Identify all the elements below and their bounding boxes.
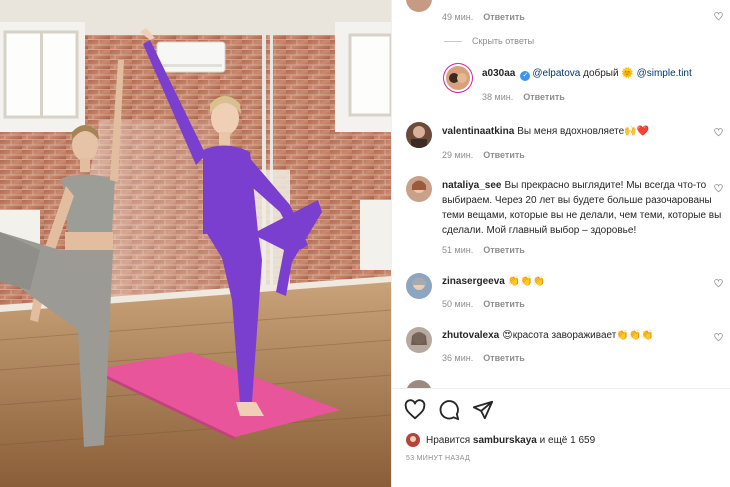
comment-like-icon[interactable] (714, 128, 723, 137)
comment-text: zhutovalexa 😍красота завораживает👏👏👏 (442, 328, 727, 343)
avatar[interactable] (406, 0, 432, 12)
comment-time: 29 мин. (442, 150, 474, 160)
sun-emoji-icon: 🌞 (621, 68, 634, 79)
hide-replies-label: Скрыть ответы (472, 36, 535, 46)
comment-text: a030aa ✓ @elpatova добрый 🌞 @simple.tint (482, 66, 727, 81)
comment-text: nataliya_see Вы прекрасно выглядите! Мы в… (442, 178, 727, 238)
action-icons (404, 399, 494, 421)
reply-button[interactable]: Ответить (483, 245, 525, 255)
hands-heart-emoji-icon: 🙌❤️ (624, 126, 650, 137)
comment-bubble-icon[interactable] (438, 399, 460, 421)
comment-body: Вы меня вдохновляете (517, 126, 625, 137)
comment-meta: 36 мин. Ответить (442, 353, 525, 363)
comment-like-icon[interactable] (714, 12, 723, 21)
heart-eyes-emoji-icon: 😍 (502, 330, 513, 341)
likes-prefix: Нравится (426, 434, 471, 446)
comment-like-icon[interactable] (714, 333, 723, 342)
post-photo (0, 0, 391, 487)
comment-username[interactable]: zinasergeeva (442, 276, 505, 287)
reply-button[interactable]: Ответить (483, 12, 525, 22)
comment-body: красота завораживает (512, 330, 617, 341)
hide-replies-button[interactable]: Скрыть ответы (444, 36, 534, 46)
comment-username[interactable]: valentinaatkina (442, 126, 514, 137)
comments-panel: 49 мин. Ответить Скрыть ответы a030aa ✓ @el… (391, 0, 730, 487)
avatar[interactable] (446, 66, 470, 90)
comment-time: 49 мин. (442, 12, 474, 22)
paper-plane-icon[interactable] (472, 399, 494, 421)
verified-badge-icon: ✓ (520, 71, 531, 81)
post-actions: Нравится samburskaya и ещё 1 659 53 МИНУ… (392, 388, 730, 487)
comment-like-icon[interactable] (714, 279, 723, 288)
mention-link[interactable]: @simple.tint (634, 68, 692, 79)
comment-text: zinasergeeva 👏👏👏 (442, 274, 727, 289)
liker-username[interactable]: samburskaya (473, 435, 537, 446)
reply-button[interactable]: Ответить (483, 299, 525, 309)
post-time[interactable]: 53 МИНУТ НАЗАД (406, 455, 470, 462)
reply-button[interactable]: Ответить (483, 150, 525, 160)
comment-body: добрый (580, 68, 622, 79)
comment-time: 51 мин. (442, 245, 474, 255)
reply-button[interactable]: Ответить (483, 353, 525, 363)
comment-meta: 38 мин. Ответить (482, 92, 565, 102)
comment-username[interactable]: zhutovalexa (442, 330, 499, 341)
comment-time: 50 мин. (442, 299, 474, 309)
comment-meta: 29 мин. Ответить (442, 150, 525, 160)
comment-username[interactable]: nataliya_see (442, 180, 502, 191)
comment-meta: 51 мин. Ответить (442, 245, 525, 255)
comment-like-icon[interactable] (714, 184, 723, 193)
reply-button[interactable]: Ответить (523, 92, 565, 102)
avatar[interactable] (406, 122, 432, 148)
avatar[interactable] (406, 327, 432, 353)
liker-avatar (406, 433, 420, 447)
heart-outline-icon[interactable] (404, 399, 426, 421)
comment-list[interactable]: 49 мин. Ответить Скрыть ответы a030aa ✓ @el… (392, 0, 730, 388)
comment-username[interactable]: a030aa (482, 68, 515, 79)
clapping-emoji-icon: 👏👏👏 (507, 276, 546, 287)
comment-meta: 50 мин. Ответить (442, 299, 525, 309)
avatar[interactable] (406, 176, 432, 202)
clapping-emoji-icon: 👏👏👏 (616, 330, 654, 341)
divider (444, 40, 462, 42)
avatar[interactable] (406, 273, 432, 299)
comment-meta: 49 мин. Ответить (442, 12, 525, 22)
mention-link[interactable]: @elpatova (532, 68, 580, 79)
likes-summary[interactable]: Нравится samburskaya и ещё 1 659 (406, 433, 595, 447)
comment-time: 38 мин. (482, 92, 514, 102)
likes-suffix[interactable]: и ещё 1 659 (540, 435, 596, 446)
comment-text: valentinaatkina Вы меня вдохновляете🙌❤️ (442, 124, 727, 139)
avatar[interactable] (406, 380, 432, 388)
comment-time: 36 мин. (442, 353, 474, 363)
